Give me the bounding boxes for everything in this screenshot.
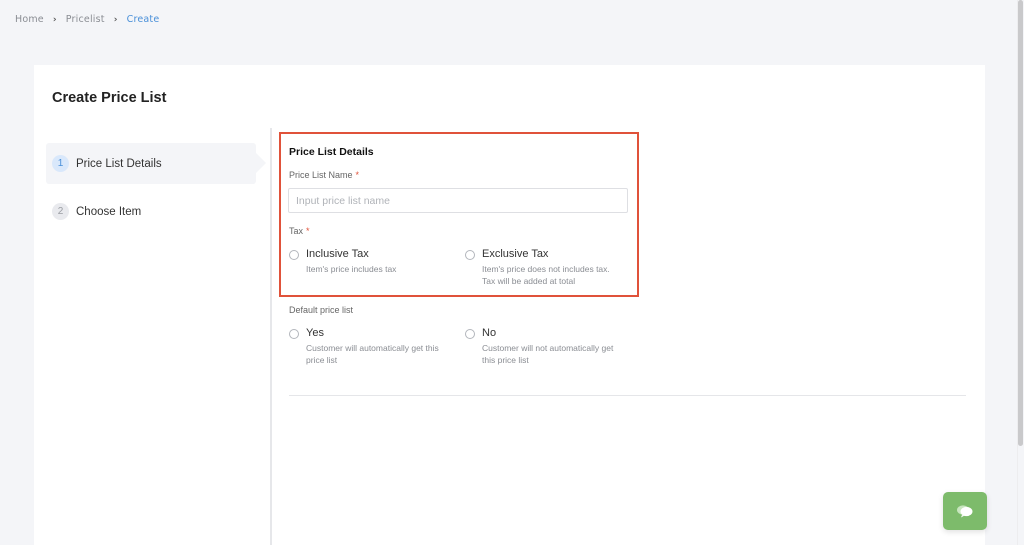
chevron-right-icon: › — [113, 14, 118, 25]
step-price-list-details[interactable]: 1 Price List Details — [46, 143, 266, 184]
radio-default-no[interactable]: No Customer will not automatically get t… — [465, 327, 617, 366]
chat-bubble-icon — [957, 505, 973, 518]
radio-circle-icon[interactable] — [465, 329, 475, 339]
page-title: Create Price List — [52, 90, 167, 106]
label-text: Tax — [289, 226, 304, 236]
radio-text: No Customer will not automatically get t… — [482, 327, 617, 366]
step-label: Choose Item — [76, 205, 142, 218]
step-number: 1 — [52, 155, 69, 172]
form-card: Create Price List 1 Price List Details 2… — [34, 65, 985, 545]
radio-description: Item's price does not includes tax. Tax … — [482, 264, 610, 286]
section-title: Price List Details — [289, 146, 374, 158]
stepper: 1 Price List Details 2 Choose Item — [46, 143, 266, 239]
breadcrumb-home[interactable]: Home — [15, 14, 44, 25]
radio-circle-icon[interactable] — [465, 250, 475, 260]
radio-description: Item's price includes tax — [306, 264, 397, 274]
price-list-name-label: Price List Name * — [289, 170, 359, 180]
radio-text: Inclusive Tax Item's price includes tax — [306, 248, 441, 275]
radio-title: Yes — [306, 327, 324, 339]
default-price-list-label: Default price list — [289, 305, 354, 315]
required-mark: * — [306, 226, 310, 236]
label-text: Price List Name — [289, 170, 353, 180]
radio-inclusive-tax[interactable]: Inclusive Tax Item's price includes tax — [289, 248, 441, 275]
radio-title: No — [482, 327, 497, 339]
chevron-right-icon: › — [52, 14, 57, 25]
radio-description: Customer will not automatically get this… — [482, 343, 614, 365]
breadcrumb-create: Create — [126, 14, 160, 25]
horizontal-divider — [289, 395, 966, 396]
radio-title: Inclusive Tax — [306, 248, 369, 260]
radio-title: Exclusive Tax — [482, 248, 549, 260]
tax-label: Tax * — [289, 226, 310, 236]
chat-button[interactable] — [943, 492, 987, 530]
vertical-divider — [270, 128, 272, 545]
scrollbar-thumb[interactable] — [1018, 0, 1023, 446]
breadcrumb-pricelist[interactable]: Pricelist — [66, 14, 105, 25]
radio-circle-icon[interactable] — [289, 329, 299, 339]
step-label: Price List Details — [76, 157, 162, 170]
required-mark: * — [355, 170, 360, 180]
radio-exclusive-tax[interactable]: Exclusive Tax Item's price does not incl… — [465, 248, 617, 287]
breadcrumb: Home › Pricelist › Create — [15, 14, 159, 25]
radio-circle-icon[interactable] — [289, 250, 299, 260]
scrollbar-track[interactable] — [1017, 0, 1024, 545]
radio-text: Yes Customer will automatically get this… — [306, 327, 441, 366]
price-list-name-input[interactable] — [288, 188, 628, 213]
step-choose-item[interactable]: 2 Choose Item — [46, 191, 256, 232]
step-number: 2 — [52, 203, 69, 220]
radio-default-yes[interactable]: Yes Customer will automatically get this… — [289, 327, 441, 366]
radio-text: Exclusive Tax Item's price does not incl… — [482, 248, 617, 287]
radio-description: Customer will automatically get this pri… — [306, 343, 439, 365]
